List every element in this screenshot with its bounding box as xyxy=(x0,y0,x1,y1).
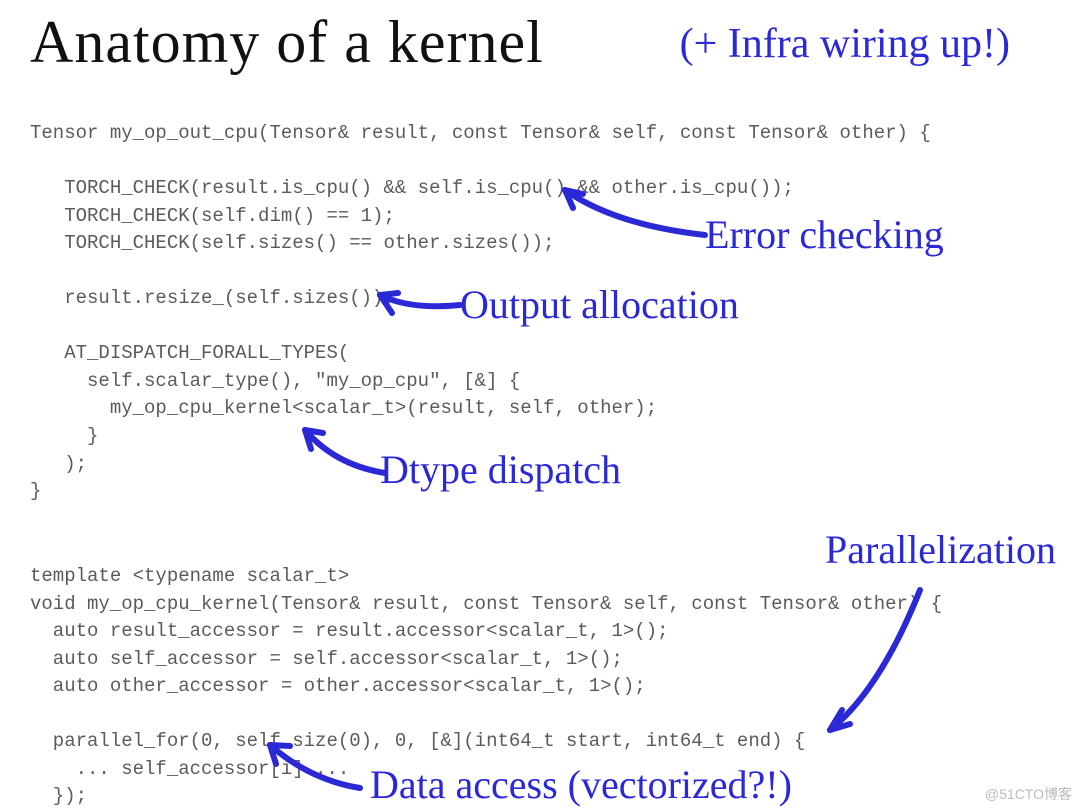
page-subtitle: (+ Infra wiring up!) xyxy=(680,20,1010,68)
watermark: @51CTO博客 xyxy=(985,784,1072,804)
annotation-output-allocation: Output allocation xyxy=(460,285,739,325)
diagram-canvas: Anatomy of a kernel (+ Infra wiring up!)… xyxy=(0,0,1080,810)
annotation-dtype-dispatch: Dtype dispatch xyxy=(380,450,621,490)
annotation-error-checking: Error checking xyxy=(705,215,944,255)
annotation-data-access: Data access (vectorized?!) xyxy=(370,765,792,805)
page-title: Anatomy of a kernel xyxy=(30,8,544,77)
annotation-parallelization: Parallelization xyxy=(825,530,1056,570)
